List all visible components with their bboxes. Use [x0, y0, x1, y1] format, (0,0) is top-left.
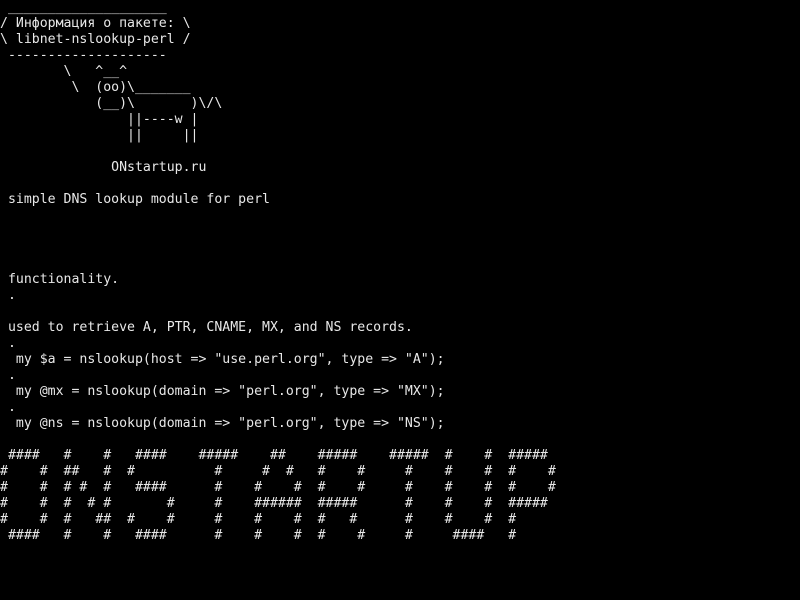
- banner-art-line: # # # ## # # # # # # # # # # #: [0, 512, 517, 527]
- cow-bubble-bottom: --------------------: [0, 48, 167, 63]
- cow-art-line: || ||: [0, 128, 199, 143]
- description-line: .: [0, 400, 16, 415]
- code-example-line: my @ns = nslookup(domain => "perl.org", …: [0, 416, 445, 431]
- cow-bubble-package: \ libnet-nslookup-perl /: [0, 32, 191, 47]
- cow-art-line: (__)\ )\/\: [0, 96, 223, 111]
- banner-art-line: #### # # #### ##### ## ##### ##### # # #…: [0, 448, 548, 463]
- cow-bubble-title: / Информация о пакете: \: [0, 16, 191, 31]
- cow-art-line: \ (oo)\_______: [0, 80, 191, 95]
- cow-art-line: ||----w |: [0, 112, 199, 127]
- code-example-line: my $a = nslookup(host => "use.perl.org",…: [0, 352, 445, 367]
- description-line: .: [0, 368, 16, 383]
- description-line: functionality.: [0, 272, 120, 287]
- terminal-screen: ____________________ / Информация о паке…: [0, 0, 800, 600]
- banner-art-line: # # # # # #### # # # # # # # # # #: [0, 480, 556, 495]
- cow-bubble-top: ____________________: [0, 0, 167, 15]
- banner-art-line: #### # # #### # # # # # # #### #: [0, 528, 517, 543]
- description-line: used to retrieve A, PTR, CNAME, MX, and …: [0, 320, 413, 335]
- banner-art-line: # # ## # # # # # # # # # # # #: [0, 464, 556, 479]
- cow-art-line: \ ^__^: [0, 64, 128, 79]
- package-summary: simple DNS lookup module for perl: [0, 192, 270, 207]
- banner-art-line: # # # # # # # ###### ##### # # # #####: [0, 496, 548, 511]
- code-example-line: my @mx = nslookup(domain => "perl.org", …: [0, 384, 445, 399]
- site-credit: ONstartup.ru: [0, 160, 207, 175]
- description-line: .: [0, 288, 16, 303]
- description-line: .: [0, 336, 16, 351]
